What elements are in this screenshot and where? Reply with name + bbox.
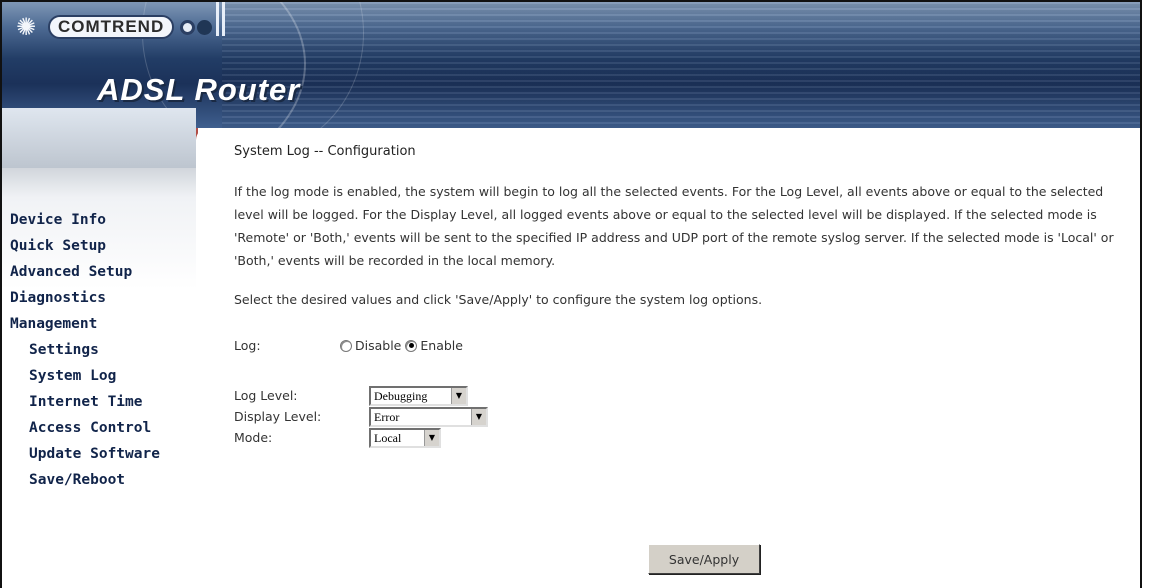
mode-label: Mode: [234, 430, 273, 445]
mode-select[interactable]: Local ▼ [369, 427, 441, 448]
mode-value: Local [374, 430, 402, 445]
page-description: If the log mode is enabled, the system w… [234, 184, 1114, 268]
display-level-select[interactable]: Error ▼ [369, 406, 488, 427]
display-level-value: Error [374, 409, 400, 424]
log-disable-label: Disable [355, 338, 402, 353]
display-level-label: Display Level: [234, 409, 322, 424]
display-level-row: Display Level: Error ▼ [234, 406, 488, 427]
log-enable-radio[interactable]: Enable [405, 338, 463, 353]
logo-dots-icon [180, 19, 213, 35]
brand-logo-text: COMTREND [48, 15, 175, 39]
sidebar-nav: Device Info Quick Setup Advanced Setup D… [10, 207, 160, 493]
log-label: Log: [234, 338, 261, 353]
sun-logo-icon: ✺ [15, 13, 37, 41]
log-level-label: Log Level: [234, 388, 298, 403]
product-title: ADSL Router [97, 72, 301, 107]
sidebar-header-art [2, 108, 196, 168]
page-instruction: Select the desired values and click 'Sav… [234, 292, 763, 307]
sidebar-item-settings[interactable]: Settings [10, 337, 160, 363]
radio-checked-icon[interactable] [405, 339, 418, 352]
radio-unchecked-icon[interactable] [340, 339, 352, 352]
sidebar-item-system-log[interactable]: System Log [10, 363, 160, 389]
dropdown-arrow-icon[interactable]: ▼ [451, 387, 466, 404]
sidebar: Device Info Quick Setup Advanced Setup D… [2, 108, 198, 588]
header-divider-2 [222, 2, 225, 36]
log-enable-label: Enable [420, 338, 463, 353]
log-level-value: Debugging [374, 388, 428, 403]
sidebar-item-quick-setup[interactable]: Quick Setup [10, 233, 160, 259]
log-level-row: Log Level: Debugging ▼ [234, 385, 488, 406]
router-window: ✺ COMTREND ADSL Router Device Info Quick… [0, 0, 1142, 588]
sidebar-item-save-reboot[interactable]: Save/Reboot [10, 467, 160, 493]
log-disable-radio[interactable]: Disable [340, 338, 401, 353]
sidebar-item-update-software[interactable]: Update Software [10, 441, 160, 467]
sidebar-item-diagnostics[interactable]: Diagnostics [10, 285, 160, 311]
log-mode-row: Log: Disable Enable [234, 338, 467, 353]
dropdown-arrow-icon[interactable]: ▼ [471, 408, 486, 425]
log-level-select[interactable]: Debugging ▼ [369, 385, 468, 406]
sidebar-item-management[interactable]: Management [10, 311, 160, 337]
sidebar-item-device-info[interactable]: Device Info [10, 207, 160, 233]
page-title: System Log -- Configuration [234, 144, 416, 159]
brand-logo: ✺ COMTREND [8, 12, 213, 42]
save-apply-button[interactable]: Save/Apply [648, 544, 760, 574]
mode-row: Mode: Local ▼ [234, 427, 488, 448]
header-divider [216, 2, 219, 36]
sidebar-item-access-control[interactable]: Access Control [10, 415, 160, 441]
sidebar-item-internet-time[interactable]: Internet Time [10, 389, 160, 415]
log-settings-form: Log Level: Debugging ▼ Display Level: Er… [234, 385, 488, 448]
sidebar-item-advanced-setup[interactable]: Advanced Setup [10, 259, 160, 285]
dropdown-arrow-icon[interactable]: ▼ [424, 429, 439, 446]
